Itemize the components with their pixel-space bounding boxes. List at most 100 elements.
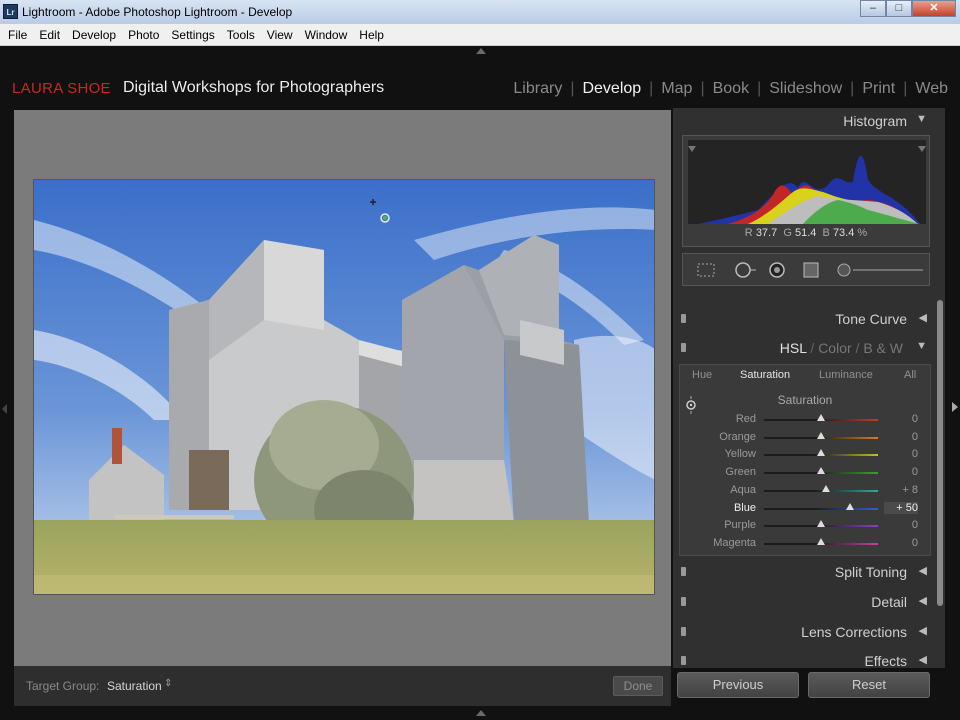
slider-orange[interactable]: Orange 0 (680, 429, 932, 447)
panel-switch-icon[interactable] (681, 597, 686, 606)
slider-green[interactable]: Green 0 (680, 464, 932, 482)
hsl-tab[interactable]: HSL (780, 340, 807, 356)
slider-thumb[interactable] (817, 520, 825, 528)
graduated-filter-icon[interactable] (801, 261, 821, 284)
menu-photo[interactable]: Photo (122, 28, 165, 42)
panel-switch-icon[interactable] (681, 656, 686, 665)
menu-help[interactable]: Help (353, 28, 390, 42)
color-tab[interactable]: Color (818, 340, 851, 356)
slider-purple[interactable]: Purple 0 (680, 517, 932, 535)
module-book[interactable]: Book (707, 80, 755, 98)
expand-triangle-icon[interactable]: ◀ (919, 594, 927, 607)
slider-aqua[interactable]: Aqua + 8 (680, 482, 932, 500)
expand-triangle-icon[interactable]: ◀ (919, 624, 927, 637)
hsl-header[interactable]: HSL / Color / B & W ▼ (679, 335, 931, 361)
slider-blue[interactable]: Blue + 50 (680, 500, 932, 518)
slider-label: Orange (719, 430, 756, 443)
hsl-subtab-hue[interactable]: Hue (692, 369, 712, 381)
slider-thumb[interactable] (817, 414, 825, 421)
percent-unit: % (857, 227, 868, 239)
image-canvas[interactable] (14, 110, 671, 666)
slider-thumb[interactable] (845, 502, 854, 510)
split-toning-header[interactable]: Split Toning ◀ (679, 559, 931, 585)
maximize-icon[interactable]: □ (886, 0, 912, 17)
top-panel-toggle-icon[interactable] (476, 48, 486, 54)
hsl-subtab-luminance[interactable]: Luminance (819, 369, 873, 381)
collapse-triangle-icon[interactable]: ▼ (916, 113, 927, 125)
panel-switch-icon[interactable] (681, 567, 686, 576)
bottom-panel-toggle-icon[interactable] (476, 710, 486, 716)
hsl-subtab-saturation[interactable]: Saturation (740, 369, 790, 381)
left-panel-toggle-icon[interactable] (2, 404, 7, 414)
slider-magenta[interactable]: Magenta 0 (680, 535, 932, 553)
panel-switch-icon[interactable] (681, 343, 686, 352)
slider-thumb[interactable] (817, 449, 825, 457)
slider-value[interactable]: 0 (884, 519, 918, 531)
slider-value[interactable]: + 50 (884, 501, 918, 514)
slider-thumb[interactable] (817, 467, 825, 475)
panel-fade (678, 282, 930, 298)
histogram-curve (688, 146, 926, 224)
adjustment-brush-icon[interactable] (835, 261, 925, 284)
expand-triangle-icon[interactable]: ◀ (919, 564, 927, 577)
module-web[interactable]: Web (909, 80, 960, 98)
target-group-select[interactable]: Saturation (107, 679, 162, 693)
effects-title: Effects (864, 653, 907, 668)
detail-header[interactable]: Detail ◀ (679, 589, 931, 615)
slider-label: Purple (724, 519, 756, 532)
photo-preview[interactable] (33, 179, 655, 595)
slider-thumb[interactable] (817, 537, 825, 545)
module-develop[interactable]: Develop (576, 80, 647, 98)
slider-value[interactable]: 0 (884, 413, 918, 425)
tone-curve-header[interactable]: Tone Curve ◀ (679, 306, 931, 332)
separator: / (855, 340, 860, 356)
expand-triangle-icon[interactable]: ◀ (919, 653, 927, 666)
collapse-triangle-icon[interactable]: ▼ (916, 340, 927, 352)
expand-triangle-icon[interactable]: ◀ (919, 311, 927, 324)
menu-develop[interactable]: Develop (66, 28, 122, 42)
slider-yellow[interactable]: Yellow 0 (680, 446, 932, 464)
slider-track[interactable] (764, 507, 878, 510)
module-library[interactable]: Library (507, 80, 568, 98)
slider-value[interactable]: + 8 (884, 484, 918, 496)
module-print[interactable]: Print (856, 80, 901, 98)
reset-button[interactable]: Reset (808, 672, 930, 698)
effects-header[interactable]: Effects ◀ (679, 648, 931, 668)
right-panel-scrollbar[interactable] (937, 300, 943, 606)
module-separator: | (850, 80, 855, 97)
target-group-stepper-icon[interactable]: ⇕ (164, 678, 172, 689)
panel-switch-icon[interactable] (681, 627, 686, 636)
slider-value[interactable]: 0 (884, 448, 918, 460)
slider-value[interactable]: 0 (884, 466, 918, 478)
crop-overlay-icon[interactable] (695, 261, 717, 284)
menu-tools[interactable]: Tools (221, 28, 261, 42)
module-slideshow[interactable]: Slideshow (763, 80, 848, 98)
histogram[interactable]: R 37.7 G 51.4 B 73.4 % (682, 135, 930, 247)
bw-tab[interactable]: B & W (863, 340, 903, 356)
panel-switch-icon[interactable] (681, 314, 686, 323)
slider-thumb[interactable] (817, 431, 825, 439)
minimize-icon[interactable]: – (860, 0, 886, 17)
develop-toolbar: Target Group: Saturation ⇕ Done (14, 666, 671, 706)
slider-thumb[interactable] (821, 484, 830, 492)
previous-button[interactable]: Previous (677, 672, 799, 698)
right-panel-toggle-icon[interactable] (952, 402, 958, 412)
lens-corrections-header[interactable]: Lens Corrections ◀ (679, 619, 931, 645)
menu-window[interactable]: Window (299, 28, 354, 42)
hsl-subtab-all[interactable]: All (904, 369, 916, 381)
menu-edit[interactable]: Edit (33, 28, 66, 42)
slider-red[interactable]: Red 0 (680, 411, 932, 429)
histogram-header[interactable]: Histogram ▼ (679, 108, 931, 134)
slider-value[interactable]: 0 (884, 537, 918, 549)
lens-corrections-title: Lens Corrections (801, 624, 907, 640)
close-icon[interactable]: ✕ (912, 0, 956, 17)
slider-value[interactable]: 0 (884, 431, 918, 443)
done-button[interactable]: Done (613, 676, 663, 696)
menu-file[interactable]: File (2, 28, 33, 42)
spot-removal-icon[interactable] (733, 261, 757, 284)
module-map[interactable]: Map (655, 80, 698, 98)
r-label: R (744, 227, 753, 239)
menu-view[interactable]: View (261, 28, 299, 42)
menu-settings[interactable]: Settings (165, 28, 220, 42)
red-eye-icon[interactable] (767, 261, 787, 284)
